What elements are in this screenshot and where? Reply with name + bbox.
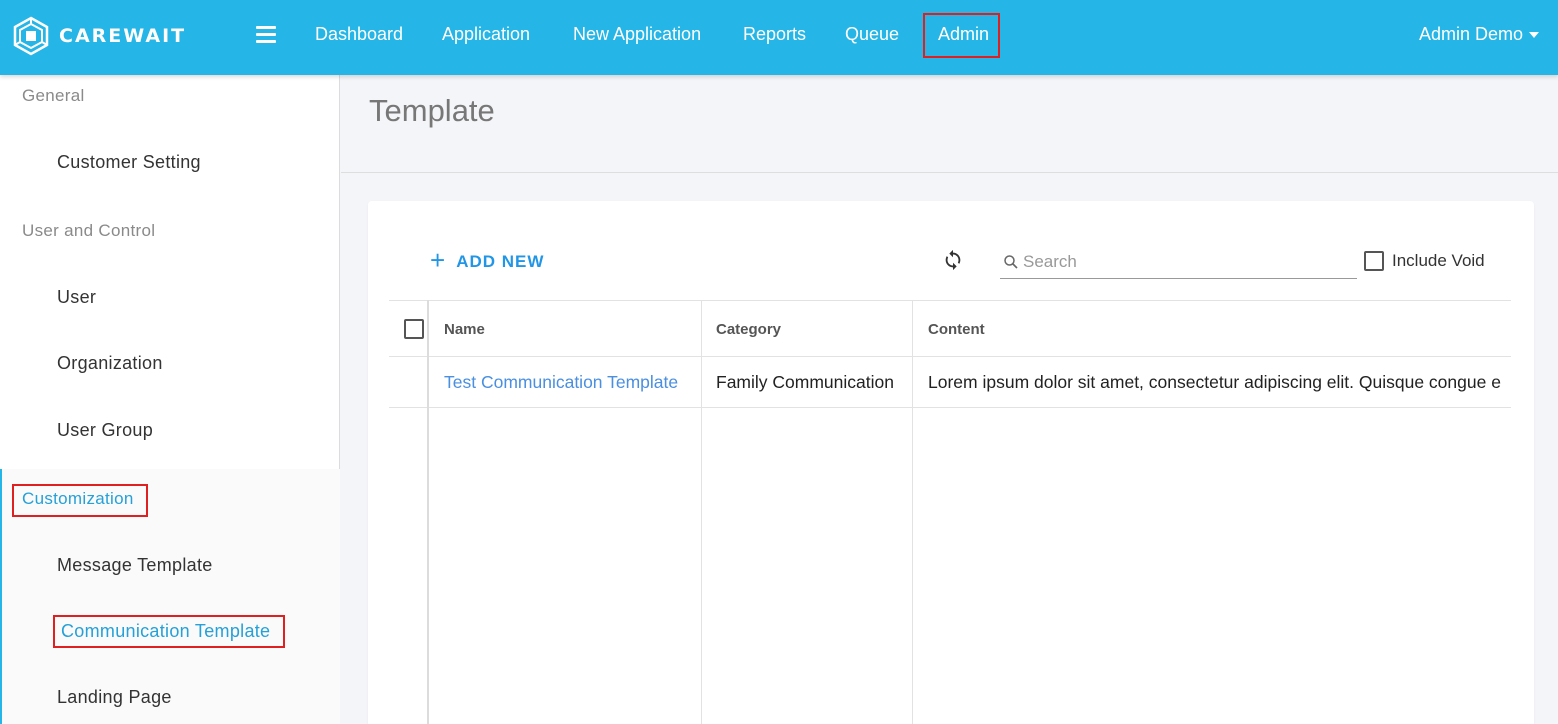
page-title: Template bbox=[369, 93, 495, 128]
template-card: + ADD NEW Include Void Name Category Con… bbox=[368, 201, 1534, 724]
user-name: Admin Demo bbox=[1418, 24, 1523, 44]
nav-application[interactable]: Application bbox=[442, 24, 530, 45]
sidebar-section-general: General bbox=[22, 86, 85, 105]
checkbox-column-divider bbox=[427, 300, 429, 724]
sidebar-item-message-template[interactable]: Message Template bbox=[57, 555, 213, 576]
column-header-name[interactable]: Name bbox=[444, 321, 485, 338]
table-header-divider bbox=[389, 356, 1511, 357]
refresh-icon[interactable] bbox=[942, 249, 964, 271]
name-column-divider bbox=[701, 300, 702, 724]
search-input[interactable] bbox=[1023, 252, 1343, 272]
template-table: Name Category Content Test Communication… bbox=[389, 300, 1511, 724]
search-box bbox=[1000, 246, 1357, 279]
row-content: Lorem ipsum dolor sit amet, consectetur … bbox=[928, 372, 1501, 392]
sidebar-item-organization[interactable]: Organization bbox=[57, 353, 163, 374]
admin-sidebar: General Customer Setting User and Contro… bbox=[0, 75, 340, 724]
row-category: Family Communication bbox=[716, 372, 894, 392]
category-column-divider bbox=[912, 300, 913, 724]
customization-highlight-box bbox=[12, 484, 148, 517]
user-menu[interactable]: Admin Demo bbox=[1419, 24, 1539, 45]
row-name-link[interactable]: Test Communication Template bbox=[444, 372, 678, 393]
brand-name: CAREWAIT bbox=[59, 25, 187, 47]
menu-icon[interactable] bbox=[256, 26, 276, 44]
sidebar-item-landing-page[interactable]: Landing Page bbox=[57, 687, 172, 708]
add-new-label: ADD NEW bbox=[456, 251, 545, 271]
include-void-option[interactable]: Include Void bbox=[1364, 251, 1485, 271]
sidebar-item-customer-setting[interactable]: Customer Setting bbox=[57, 152, 201, 173]
nav-queue[interactable]: Queue bbox=[845, 24, 899, 45]
search-icon bbox=[1004, 255, 1018, 269]
table-top-border bbox=[389, 300, 1511, 301]
page-header: Template bbox=[341, 75, 1558, 173]
select-all-checkbox[interactable] bbox=[404, 319, 424, 339]
nav-reports[interactable]: Reports bbox=[743, 24, 806, 45]
caret-down-icon bbox=[1529, 32, 1539, 38]
sidebar-item-user-group[interactable]: User Group bbox=[57, 420, 153, 441]
carewait-logo-icon bbox=[13, 16, 49, 56]
nav-dashboard[interactable]: Dashboard bbox=[315, 24, 403, 45]
sidebar-item-user[interactable]: User bbox=[57, 287, 96, 308]
brand-logo[interactable]: CAREWAIT bbox=[11, 16, 186, 56]
admin-highlight-box bbox=[923, 13, 1000, 58]
column-header-content[interactable]: Content bbox=[928, 321, 985, 338]
sidebar-section-user-and-control: User and Control bbox=[22, 221, 156, 240]
communication-template-highlight-box bbox=[53, 615, 285, 648]
include-void-label: Include Void bbox=[1392, 251, 1485, 270]
table-row-divider bbox=[389, 407, 1511, 408]
nav-new-application[interactable]: New Application bbox=[573, 24, 701, 45]
top-navbar: CAREWAIT Dashboard Application New Appli… bbox=[0, 0, 1558, 75]
column-header-category[interactable]: Category bbox=[716, 321, 781, 338]
plus-icon: + bbox=[430, 245, 447, 275]
include-void-checkbox[interactable] bbox=[1364, 251, 1384, 271]
add-new-button[interactable]: + ADD NEW bbox=[430, 245, 545, 275]
